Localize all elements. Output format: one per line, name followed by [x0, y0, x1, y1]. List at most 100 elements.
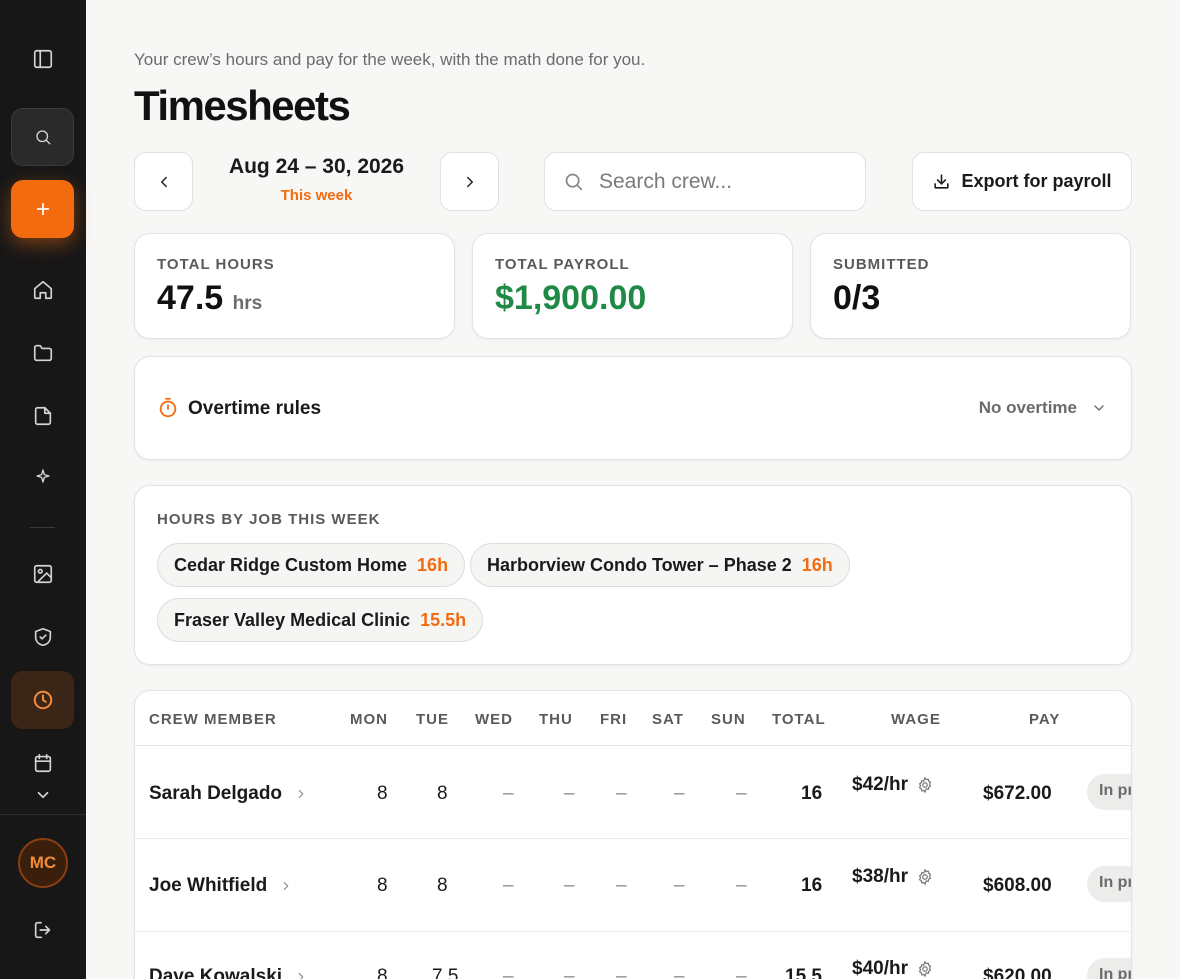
sidebar-item-projects[interactable]	[11, 324, 74, 382]
crew-name-text: Dave Kowalski	[149, 966, 283, 979]
avatar[interactable]: MC	[18, 838, 68, 888]
wage-cell: $40/hr	[852, 958, 934, 979]
export-payroll-button[interactable]: Export for payroll	[912, 152, 1132, 211]
sidebar-item-home[interactable]	[11, 261, 74, 319]
hours-sun[interactable]: –	[736, 875, 747, 897]
sidebar-more-button[interactable]	[11, 775, 74, 815]
sidebar-search-button[interactable]	[11, 108, 74, 166]
sidebar-item-ai[interactable]	[11, 447, 74, 505]
hours-total: 16	[801, 875, 823, 896]
sidebar-add-button[interactable]	[11, 180, 74, 238]
crew-name[interactable]: Joe Whitfield	[149, 875, 293, 897]
logout-icon	[34, 921, 50, 939]
week-range: Aug 24 – 30, 2026	[228, 155, 405, 178]
table-header: CREW MEMBER MON TUE WED THU FRI SAT SUN …	[135, 691, 1131, 746]
submitted-label: SUBMITTED	[833, 256, 930, 273]
hours-sat[interactable]: –	[674, 875, 685, 897]
chevron-down-icon	[1094, 405, 1104, 411]
job-hours: 15.5h	[420, 609, 467, 630]
header-tue: TUE	[416, 711, 449, 728]
total-payroll-card: TOTAL PAYROLL $1,900.00	[472, 233, 793, 339]
overtime-selected-value: No overtime	[978, 398, 1077, 417]
total-hours-unit: hrs	[232, 293, 263, 314]
file-icon	[34, 406, 51, 426]
sidebar-item-documents[interactable]	[11, 387, 74, 445]
hours-by-job-label: HOURS BY JOB THIS WEEK	[157, 511, 381, 528]
header-wage: WAGE	[891, 711, 941, 728]
logout-button[interactable]	[11, 901, 74, 959]
search-input[interactable]	[599, 169, 839, 194]
gear-icon[interactable]	[916, 776, 934, 794]
wage-value: $38/hr	[852, 866, 908, 887]
hours-sat[interactable]: –	[674, 966, 685, 979]
total-hours-card: TOTAL HOURS 47.5 hrs	[134, 233, 455, 339]
job-chip[interactable]: Cedar Ridge Custom Home 16h	[157, 543, 466, 587]
sidebar-item-photos[interactable]	[11, 545, 74, 603]
hours-sun[interactable]: –	[736, 966, 747, 979]
sidebar-item-timesheets[interactable]	[11, 671, 74, 729]
crew-name[interactable]: Dave Kowalski	[149, 966, 308, 979]
sidebar-item-safety[interactable]	[11, 608, 74, 666]
hours-fri[interactable]: –	[616, 875, 627, 897]
pay-value: $672.00	[983, 783, 1052, 804]
hours-thu[interactable]: –	[564, 783, 575, 805]
header-sun: SUN	[711, 711, 746, 728]
previous-week-button[interactable]	[134, 152, 193, 211]
overtime-rules-panel[interactable]: Overtime rules No overtime	[134, 356, 1132, 460]
header-crew-member: CREW MEMBER	[149, 711, 277, 728]
pay-value: $608.00	[983, 875, 1052, 896]
hours-fri[interactable]: –	[616, 783, 627, 805]
hours-tue[interactable]: 8	[437, 875, 448, 897]
week-label: This week	[280, 187, 353, 204]
gear-icon[interactable]	[916, 960, 934, 978]
table-row[interactable]: Dave Kowalski 8 7.5 – – – – – 15.5 $40/h…	[135, 932, 1131, 979]
total-payroll-label: TOTAL PAYROLL	[495, 256, 630, 273]
header-thu: THU	[539, 711, 573, 728]
sidebar: MC	[0, 0, 86, 979]
chevron-right-icon	[298, 789, 304, 799]
search-icon	[35, 130, 50, 145]
sparkle-icon	[35, 469, 50, 483]
job-name: Fraser Valley Medical Clinic	[174, 609, 411, 630]
sidebar-divider	[0, 814, 86, 815]
hours-wed[interactable]: –	[503, 966, 514, 979]
hours-thu[interactable]: –	[564, 966, 575, 979]
hours-wed[interactable]: –	[503, 875, 514, 897]
hours-mon[interactable]: 8	[377, 966, 388, 979]
status-badge: In pr	[1087, 958, 1131, 979]
hours-sat[interactable]: –	[674, 783, 685, 805]
overtime-select[interactable]: No overtime	[979, 398, 1107, 418]
hours-sun[interactable]: –	[736, 783, 747, 805]
total-hours-value: 47.5 hrs	[157, 279, 432, 318]
folder-icon	[33, 344, 52, 362]
timesheet-table: CREW MEMBER MON TUE WED THU FRI SAT SUN …	[134, 690, 1132, 979]
hours-wed[interactable]: –	[503, 783, 514, 805]
hours-tue[interactable]: 7.5	[432, 966, 458, 979]
pay-value: $620.00	[983, 966, 1052, 979]
job-name: Cedar Ridge Custom Home	[174, 554, 408, 575]
header-wed: WED	[475, 711, 513, 728]
job-chip[interactable]: Harborview Condo Tower – Phase 2 16h	[470, 543, 850, 587]
home-icon	[33, 280, 52, 300]
crew-name[interactable]: Sarah Delgado	[149, 783, 308, 805]
hours-tue[interactable]: 8	[437, 783, 448, 805]
image-icon	[33, 564, 52, 584]
sidebar-toggle-button[interactable]	[11, 30, 74, 88]
gear-icon[interactable]	[916, 868, 934, 886]
chevron-down-icon	[37, 791, 48, 799]
hours-mon[interactable]: 8	[377, 783, 388, 805]
calendar-icon	[34, 753, 51, 773]
wage-value: $42/hr	[852, 774, 908, 795]
hours-fri[interactable]: –	[616, 966, 627, 979]
chevron-left-icon	[160, 176, 167, 187]
stopwatch-icon	[159, 397, 177, 418]
hours-total: 16	[801, 783, 823, 804]
job-chip[interactable]: Fraser Valley Medical Clinic 15.5h	[157, 598, 484, 642]
job-hours: 16h	[417, 554, 449, 575]
table-row[interactable]: Sarah Delgado 8 8 – – – – – 16 $42/hr $6…	[135, 746, 1131, 839]
status-badge: In pr	[1087, 774, 1131, 810]
table-row[interactable]: Joe Whitfield 8 8 – – – – – 16 $38/hr $6…	[135, 839, 1131, 932]
hours-thu[interactable]: –	[564, 875, 575, 897]
next-week-button[interactable]	[440, 152, 499, 211]
hours-mon[interactable]: 8	[377, 875, 388, 897]
